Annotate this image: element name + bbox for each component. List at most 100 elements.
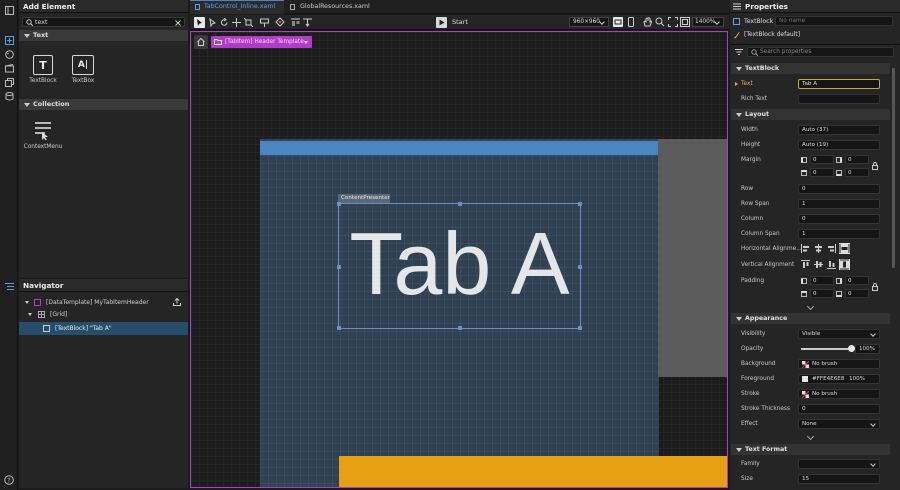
- palette-icon[interactable]: [3, 48, 15, 60]
- style-value[interactable]: [TextBlock default]: [744, 31, 800, 38]
- prop-stroke-input[interactable]: No brush: [798, 389, 880, 399]
- resize-handle[interactable]: [458, 202, 462, 206]
- preview-size-select[interactable]: 960×960: [569, 17, 609, 27]
- home-button[interactable]: [194, 35, 208, 49]
- lock-icon[interactable]: [872, 283, 878, 291]
- align-center-icon[interactable]: [814, 244, 823, 253]
- fullscreen-icon[interactable]: [680, 17, 690, 27]
- prop-background-input[interactable]: No brush: [798, 359, 880, 369]
- resize-handle[interactable]: [337, 202, 341, 206]
- section-layout[interactable]: Layout: [731, 109, 890, 120]
- prop-size-input[interactable]: 15: [798, 474, 880, 484]
- padding-right-input[interactable]: 0: [845, 276, 869, 285]
- tab-globalresources[interactable]: GlobalResources.xaml: [288, 0, 378, 14]
- help-icon[interactable]: ?: [3, 474, 15, 486]
- margin-bottom-input[interactable]: 0: [845, 168, 869, 177]
- margin-right-input[interactable]: 0: [845, 155, 869, 164]
- align-left-icon[interactable]: [801, 244, 810, 253]
- opacity-slider-track[interactable]: [801, 345, 855, 352]
- prop-width-input[interactable]: Auto (37): [798, 125, 880, 135]
- element-search-input[interactable]: text: [22, 17, 185, 27]
- clear-search-icon[interactable]: [175, 20, 181, 26]
- padding-left-input[interactable]: 0: [810, 276, 834, 285]
- prop-foreground-input[interactable]: #FFE4E6E8 100%: [798, 374, 880, 384]
- add-element-icon[interactable]: [3, 34, 15, 46]
- desktop-preview-icon[interactable]: [613, 17, 623, 27]
- lock-icon[interactable]: [872, 162, 878, 170]
- expand-appearance-icon[interactable]: [807, 434, 815, 440]
- prop-stroke-thickness-input[interactable]: 0: [798, 404, 880, 414]
- navigator-title: Navigator: [19, 279, 188, 292]
- property-search-input[interactable]: Search properties: [747, 47, 894, 57]
- resize-handle[interactable]: [578, 202, 582, 206]
- prop-row-span-input[interactable]: 1: [798, 199, 880, 209]
- valign-bottom-icon[interactable]: [827, 260, 836, 269]
- start-button[interactable]: [436, 17, 447, 28]
- prop-family-select[interactable]: [798, 459, 880, 469]
- resize-icon[interactable]: [244, 18, 253, 27]
- prop-column-input[interactable]: 0: [798, 214, 880, 224]
- export-icon[interactable]: [173, 298, 181, 306]
- resize-handle[interactable]: [337, 265, 341, 269]
- align-icon[interactable]: [291, 18, 300, 27]
- margin-left-input[interactable]: 0: [810, 155, 834, 164]
- resize-handle[interactable]: [578, 326, 582, 330]
- section-appearance[interactable]: Appearance: [731, 313, 890, 324]
- nav-item-textblock[interactable]: [TextBlock] "Tab A": [19, 322, 188, 335]
- opacity-slider-thumb[interactable]: [848, 345, 855, 352]
- tool-textblock[interactable]: T TextBlock: [23, 55, 63, 84]
- database-icon[interactable]: [3, 90, 15, 102]
- section-textblock[interactable]: TextBlock: [731, 63, 890, 74]
- select-tool-button[interactable]: [194, 17, 205, 28]
- navigator-icon[interactable]: [3, 280, 15, 292]
- media-icon[interactable]: [3, 62, 15, 74]
- prop-text-input[interactable]: Tab A: [798, 79, 880, 89]
- prop-effect-select[interactable]: None: [798, 419, 880, 429]
- distribute-icon[interactable]: [303, 18, 312, 27]
- prop-rich-text-input[interactable]: [798, 94, 880, 104]
- fill-icon[interactable]: [275, 17, 285, 27]
- valign-center-icon[interactable]: [814, 260, 823, 269]
- panels-icon[interactable]: [3, 4, 15, 16]
- direct-select-icon[interactable]: [209, 18, 217, 27]
- prop-visibility-select[interactable]: Visible: [798, 329, 880, 339]
- nav-item-datatemplate[interactable]: [DataTemplate] MyTabItemHeader: [25, 298, 185, 309]
- prop-opacity-input[interactable]: 100%: [855, 344, 880, 354]
- nav-item-grid[interactable]: [Grid]: [25, 310, 185, 321]
- align-stretch-button[interactable]: [839, 243, 850, 254]
- resize-handle[interactable]: [458, 326, 462, 330]
- prop-row-input[interactable]: 0: [798, 184, 880, 194]
- tool-textbox[interactable]: A| TextBox: [63, 55, 103, 84]
- zoom-select[interactable]: 1400%: [692, 17, 724, 27]
- section-collection[interactable]: Collection: [19, 99, 188, 110]
- breadcrumb[interactable]: [TabItem] Header Template: [211, 36, 312, 48]
- margin-top-input[interactable]: 0: [810, 168, 834, 177]
- paint-icon[interactable]: [260, 18, 269, 27]
- align-right-icon[interactable]: [827, 244, 836, 253]
- valign-stretch-button[interactable]: [839, 259, 850, 270]
- element-name-input[interactable]: [775, 16, 893, 26]
- resize-handle[interactable]: [578, 265, 582, 269]
- section-text-format[interactable]: Text Format: [731, 444, 890, 455]
- prop-column-span-input[interactable]: 1: [798, 229, 880, 239]
- mobile-preview-icon[interactable]: [627, 17, 635, 27]
- resize-handle[interactable]: [337, 326, 341, 330]
- move-icon[interactable]: [232, 18, 241, 27]
- expand-layout-icon[interactable]: [807, 304, 815, 310]
- rotate-icon[interactable]: [220, 18, 229, 27]
- pan-hand-icon[interactable]: [643, 17, 652, 27]
- tab-tabcontrol-inline[interactable]: TabControl_Inline.xaml: [190, 0, 284, 14]
- tool-contextmenu[interactable]: ContextMenu: [23, 120, 63, 150]
- zoom-icon[interactable]: [655, 17, 665, 27]
- section-text[interactable]: Text: [19, 30, 188, 41]
- padding-bottom-input[interactable]: 0: [845, 289, 869, 298]
- fit-icon[interactable]: [668, 17, 678, 27]
- design-canvas[interactable]: [TabItem] Header Template ContentPresent…: [190, 31, 728, 488]
- prop-height-input[interactable]: Auto (19): [798, 140, 880, 150]
- valign-top-icon[interactable]: [801, 260, 810, 269]
- selected-textblock[interactable]: Tab A: [337, 202, 582, 330]
- properties-scrollbar[interactable]: [892, 68, 895, 268]
- padding-top-input[interactable]: 0: [810, 289, 834, 298]
- filter-icon[interactable]: [735, 49, 743, 55]
- copy-icon[interactable]: [3, 76, 15, 88]
